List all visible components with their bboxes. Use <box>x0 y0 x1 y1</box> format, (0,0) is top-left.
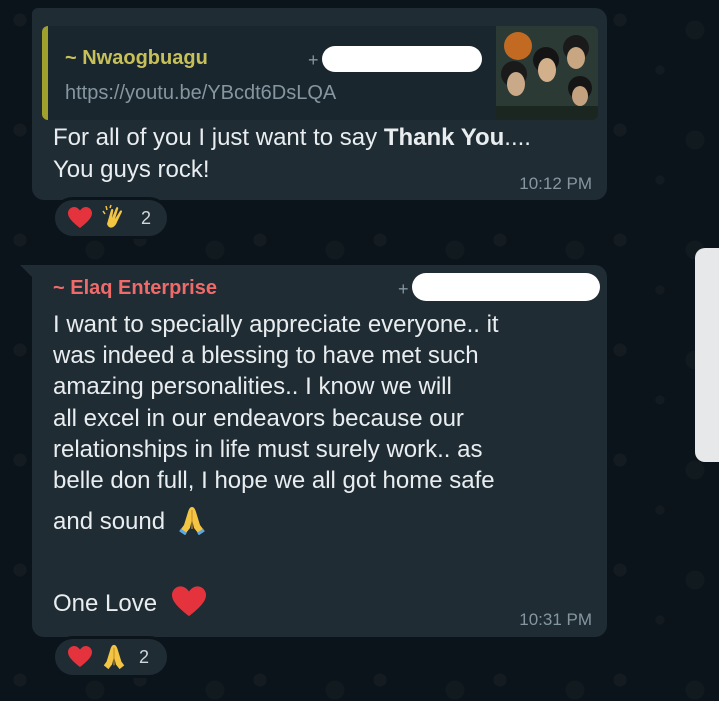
message-timestamp: 10:12 PM <box>519 174 592 193</box>
heart-icon <box>68 207 92 228</box>
side-panel-handle[interactable] <box>695 248 719 462</box>
quoted-message[interactable]: ~ Nwaogbuagu + https://youtu.be/YBcdt6Ds… <box>42 26 598 120</box>
sender-name[interactable]: ~ Elaq Enterprise <box>53 277 217 300</box>
sender-phone-prefix: + <box>398 279 409 299</box>
message-text-line-2: You guys rock! <box>53 156 210 183</box>
reaction-count: 2 <box>141 207 152 228</box>
message-text-line: I want to specially appreciate everyone.… <box>53 311 499 338</box>
message-timestamp: 10:31 PM <box>519 610 592 629</box>
message-closing-line: One Love <box>53 585 208 620</box>
quote-accent-bar <box>42 26 48 120</box>
folded-hands-icon <box>103 644 125 670</box>
message-text-line: amazing personalities.. I know we will <box>53 373 452 400</box>
redacted-phone-number <box>322 46 482 72</box>
message-text-line-1: For all of you I just want to say Thank … <box>53 124 531 151</box>
redacted-phone-number <box>412 273 600 301</box>
quoted-phone-prefix: + <box>308 50 319 70</box>
reaction-count: 2 <box>139 646 150 667</box>
quoted-link[interactable]: https://youtu.be/YBcdt6DsLQA <box>65 82 336 105</box>
message-text-line: was indeed a blessing to have met such <box>53 342 479 369</box>
message-bubble-1[interactable]: ~ Nwaogbuagu + https://youtu.be/YBcdt6Ds… <box>32 8 607 200</box>
video-thumbnail[interactable] <box>496 26 598 120</box>
message-text-line: relationships in life must surely work..… <box>53 436 483 463</box>
reaction-pill-2[interactable]: 2 <box>52 636 170 678</box>
quoted-author-name[interactable]: ~ Nwaogbuagu <box>65 47 208 70</box>
folded-hands-icon <box>178 507 205 536</box>
message-bubble-2[interactable]: ~ Elaq Enterprise + I want to specially … <box>20 265 607 637</box>
message-text-line-with-emoji: and sound <box>53 505 206 538</box>
heart-icon <box>171 586 206 617</box>
clapping-hands-icon <box>102 204 123 228</box>
message-text-line: belle don full, I hope we all got home s… <box>53 467 495 494</box>
thumbnail-image-icon <box>496 26 598 120</box>
heart-icon <box>68 646 92 667</box>
message-text-line: all excel in our endeavors because our <box>53 405 464 432</box>
bubble-tail <box>20 265 34 279</box>
reaction-pill-1[interactable]: 2 <box>52 197 170 239</box>
